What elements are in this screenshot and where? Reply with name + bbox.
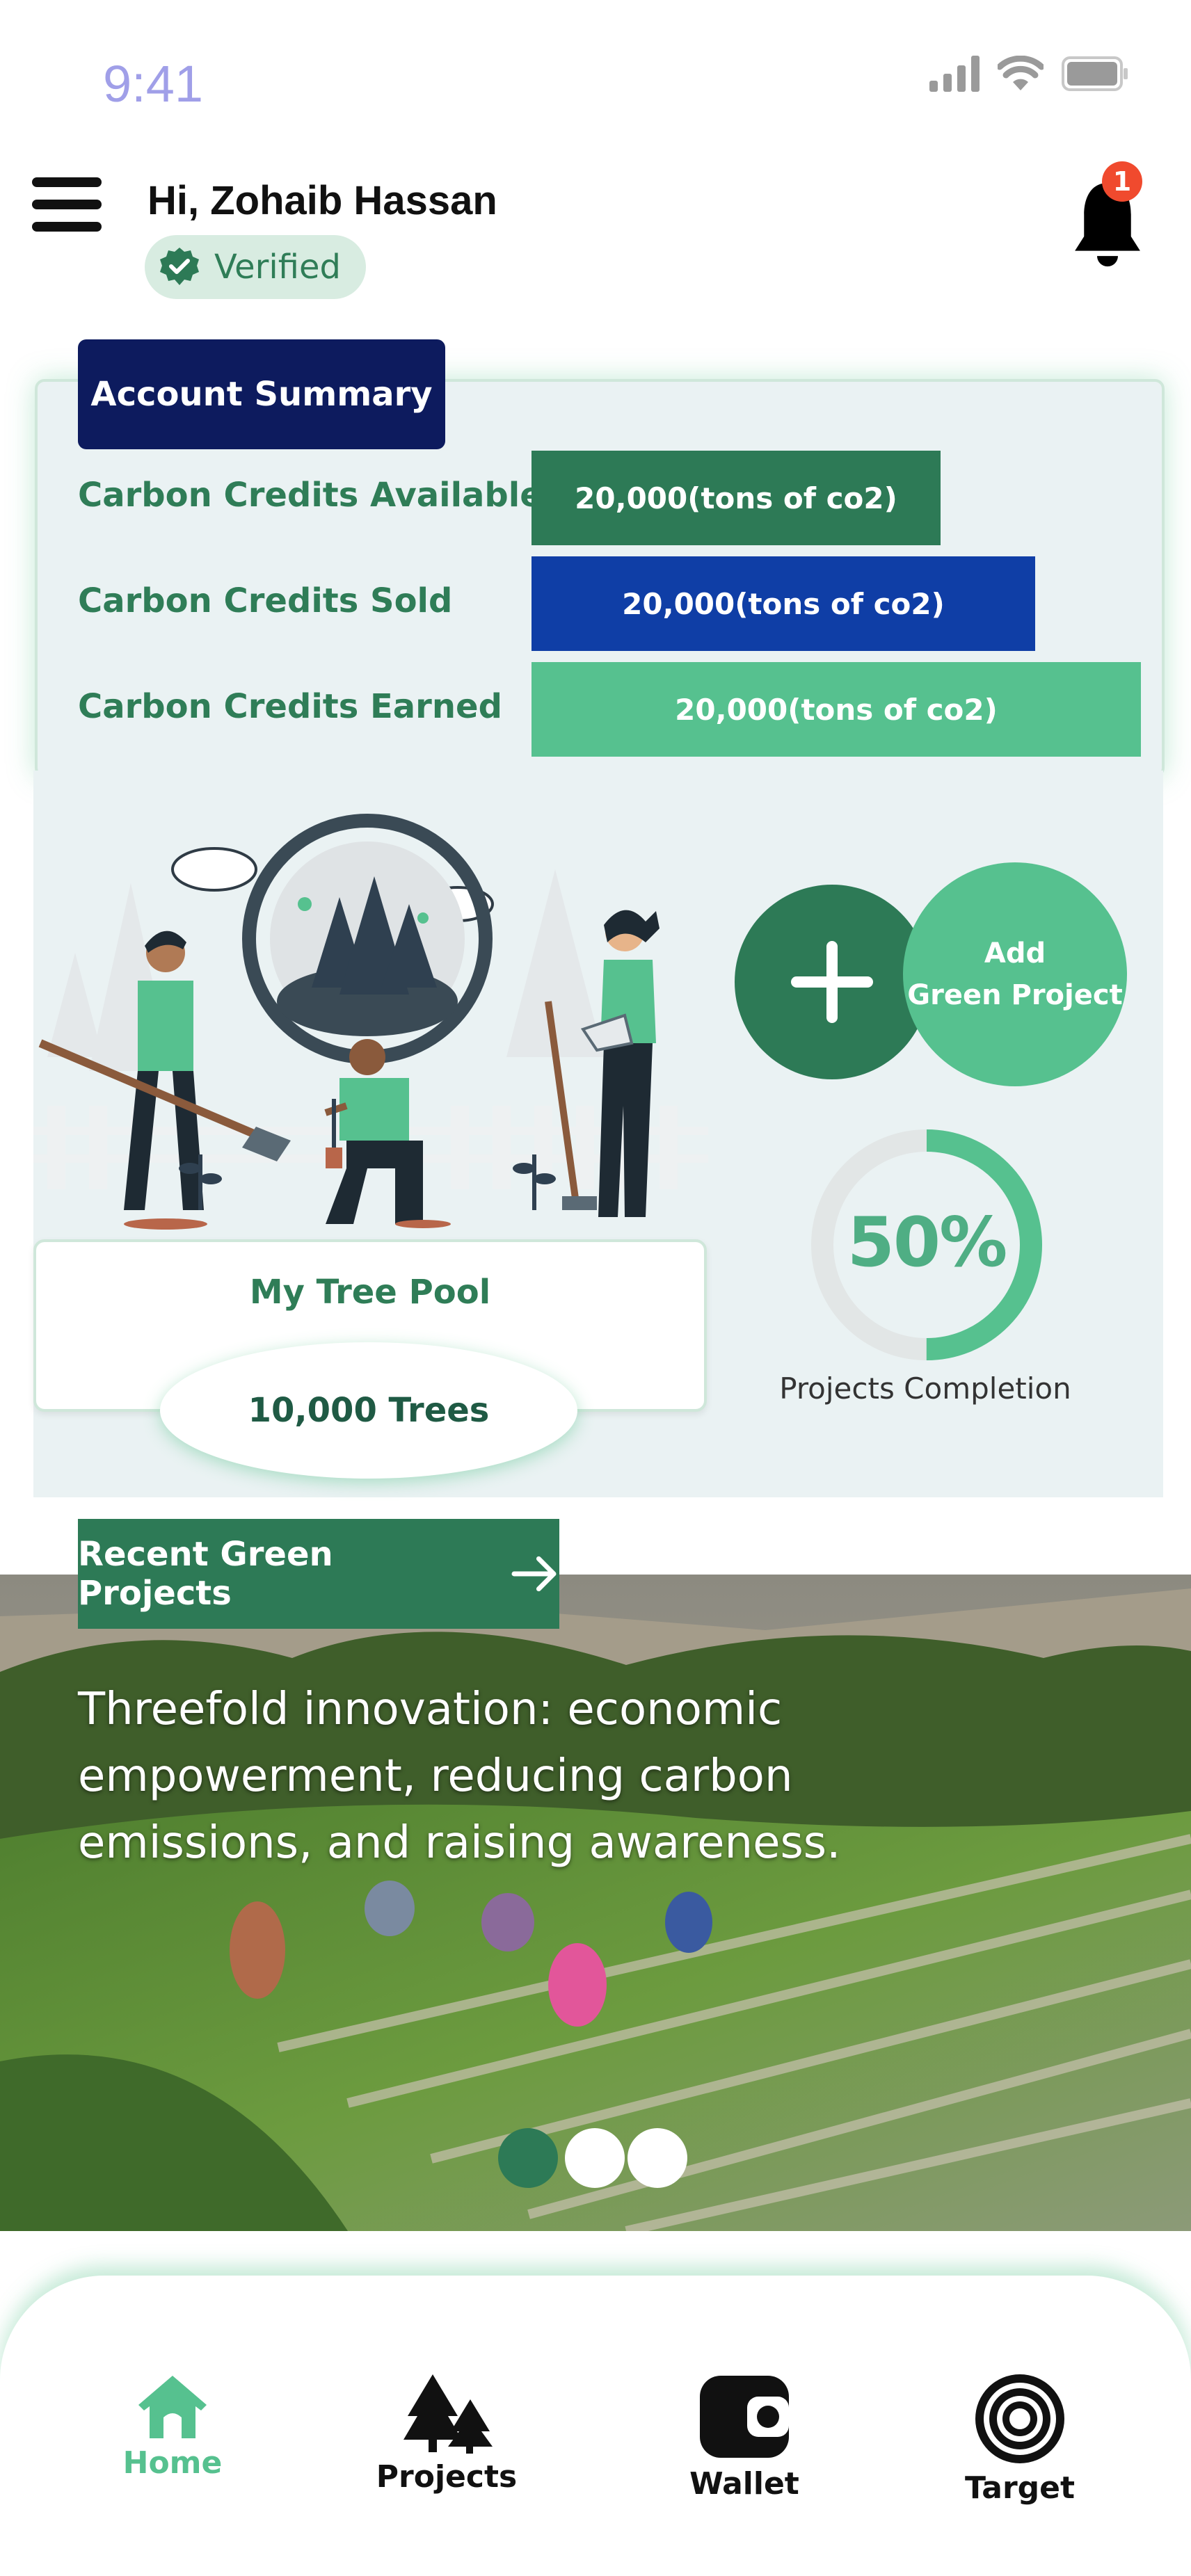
add-project-label-line1: Add (984, 937, 1046, 969)
verified-badge: Verified (145, 235, 366, 299)
add-project-label-line2: Green Project (907, 979, 1123, 1011)
nav-label-projects: Projects (376, 2459, 518, 2495)
greeting-text: Hi, Zohaib Hassan (147, 178, 497, 223)
verified-check-icon (160, 248, 199, 285)
wallet-icon (700, 2376, 789, 2458)
nav-item-home[interactable]: Home (96, 2372, 249, 2481)
tree-pool-label: My Tree Pool (249, 1273, 491, 1312)
completion-label: Projects Completion (779, 1371, 1071, 1406)
carousel-dot-2[interactable] (565, 2128, 625, 2188)
credits-available-bar: 20,000(tons of co2) (531, 451, 941, 545)
add-project-button[interactable] (735, 885, 929, 1079)
recent-green-projects-button[interactable]: Recent Green Projects (78, 1519, 559, 1629)
credits-sold-label: Carbon Credits Sold (78, 581, 453, 620)
target-icon (975, 2374, 1064, 2463)
trees-icon (403, 2374, 493, 2454)
status-icons (929, 56, 1128, 92)
tree-planting-illustration (33, 814, 708, 1230)
hamburger-menu-icon[interactable] (32, 177, 102, 232)
account-summary-title: Account Summary (78, 339, 445, 449)
notification-badge: 1 (1102, 161, 1142, 202)
nav-label-target: Target (964, 2470, 1076, 2506)
credits-sold-bar: 20,000(tons of co2) (531, 556, 1035, 651)
completion-percent: 50% (847, 1203, 1008, 1282)
slide-caption: Threefold innovation: economic empowerme… (78, 1684, 841, 1869)
wifi-icon (998, 56, 1044, 90)
nav-label-home: Home (122, 2445, 223, 2481)
credits-earned-bar: 20,000(tons of co2) (531, 662, 1141, 757)
arrow-right-icon (511, 1556, 557, 1592)
battery-icon (1062, 56, 1128, 91)
add-green-project-button[interactable]: Add Green Project (903, 862, 1127, 1086)
status-time: 9:41 (103, 55, 204, 113)
tree-count-pill: 10,000 Trees (160, 1342, 577, 1479)
credits-available-label: Carbon Credits Available (78, 476, 543, 515)
verified-label: Verified (214, 248, 341, 287)
nav-label-wallet: Wallet (689, 2466, 799, 2502)
plus-icon (791, 941, 873, 1023)
signal-icon (929, 56, 980, 92)
nav-item-target[interactable]: Target (943, 2372, 1096, 2506)
credits-earned-label: Carbon Credits Earned (78, 687, 502, 726)
nav-item-projects[interactable]: Projects (370, 2372, 523, 2495)
recent-projects-label: Recent Green Projects (78, 1535, 333, 1613)
carousel-dot-3[interactable] (628, 2128, 687, 2188)
home-icon (138, 2376, 207, 2438)
nav-item-wallet[interactable]: Wallet (668, 2372, 821, 2502)
carousel-dot-1[interactable] (498, 2128, 558, 2188)
